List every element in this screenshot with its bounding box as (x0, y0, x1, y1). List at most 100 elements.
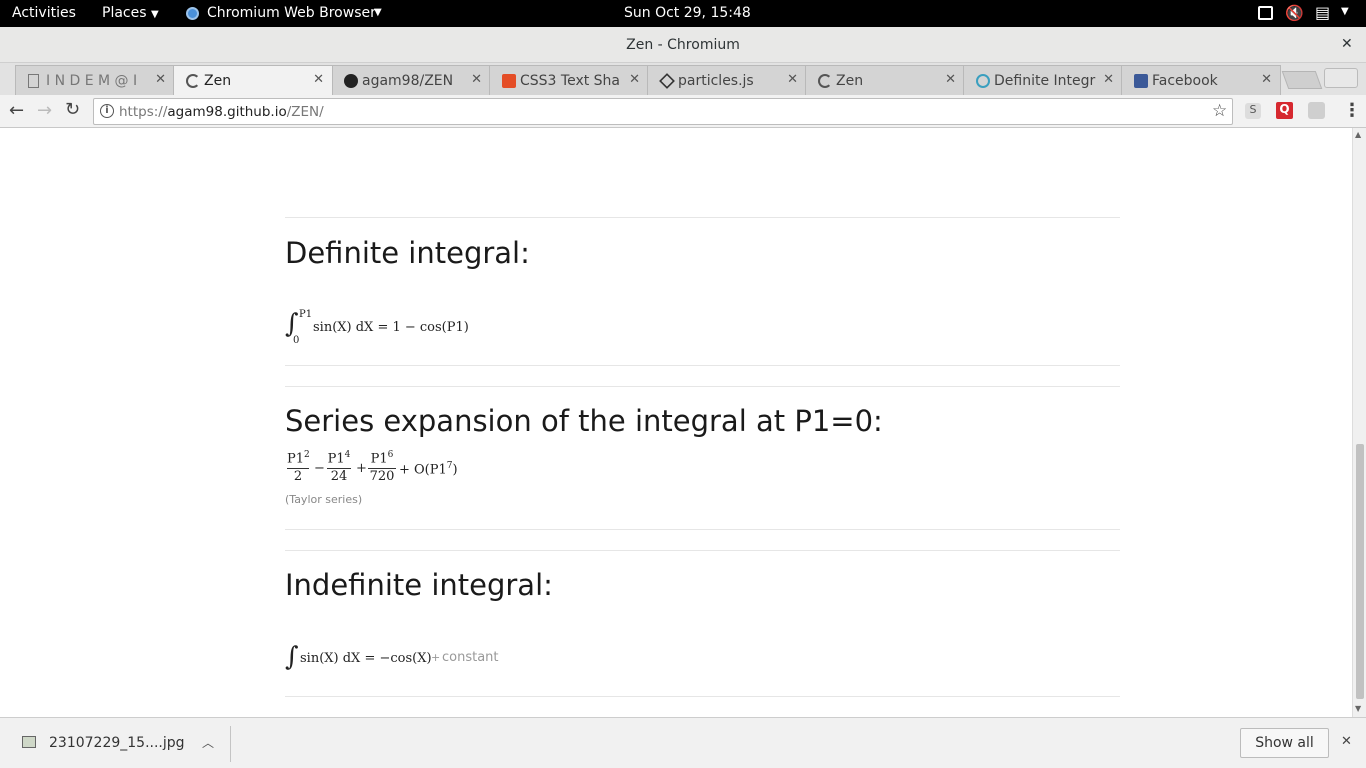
profile-icon[interactable] (1324, 68, 1358, 88)
big-o-prefix: + O(P1 (399, 462, 447, 478)
divider (285, 529, 1120, 530)
window-close-button[interactable]: ✕ (1341, 36, 1353, 52)
plus-sign: + (431, 651, 441, 664)
scroll-up-arrow-icon[interactable]: ▲ (1355, 130, 1361, 139)
tab-title: Definite Integr (994, 73, 1096, 89)
tab-title: I N D E M @ I (46, 73, 138, 89)
extension-s-icon[interactable]: S (1245, 103, 1261, 119)
divider (285, 365, 1120, 366)
app-menu-label: Chromium Web Browser (207, 5, 376, 21)
window-icon[interactable] (1258, 6, 1273, 20)
url-text[interactable]: https://agam98.github.io/ZEN/ (119, 104, 324, 120)
divider (285, 550, 1120, 551)
series-expansion-heading: Series expansion of the integral at P1=0… (285, 404, 883, 438)
download-shelf: 23107229_15....jpg ︿ Show all ✕ (0, 717, 1366, 768)
upper-limit: P1 (299, 309, 313, 320)
tab-zen[interactable]: Zen ✕ (805, 65, 965, 95)
term-3: P16 720 (368, 450, 396, 484)
bookmark-star-icon[interactable]: ☆ (1212, 101, 1227, 121)
term-3-exponent: 6 (387, 450, 394, 460)
close-icon[interactable]: ✕ (1261, 72, 1272, 87)
window-title-bar: Zen - Chromium ✕ (0, 27, 1366, 63)
close-icon[interactable]: ✕ (1103, 72, 1114, 87)
extension-gray-icon[interactable] (1308, 102, 1325, 119)
github-icon (344, 74, 358, 88)
integrand-expression: sin(X) dX = 1 − cos(P1) (313, 320, 469, 335)
system-top-bar: Activities Places ▼ Chromium Web Browser… (0, 0, 1366, 27)
loading-icon (818, 74, 832, 88)
scroll-down-arrow-icon[interactable]: ▼ (1355, 704, 1361, 713)
tab-title: Facebook (1152, 73, 1218, 89)
big-o-term: + O(P17) (399, 461, 458, 477)
url-host: agam98.github.io (167, 104, 287, 120)
definite-integral-heading: Definite integral: (285, 236, 530, 270)
close-icon[interactable]: ✕ (945, 72, 956, 87)
page-content: Definite integral: ∫ P1 0 sin(X) dX = 1 … (0, 128, 1352, 717)
show-all-button[interactable]: Show all (1240, 728, 1329, 758)
tab-facebook[interactable]: Facebook ✕ (1121, 65, 1281, 95)
address-bar[interactable]: i https://agam98.github.io/ZEN/ ☆ (93, 98, 1233, 125)
divider (285, 386, 1120, 387)
close-icon[interactable]: ✕ (787, 72, 798, 87)
term-2-denominator: 24 (327, 468, 351, 484)
info-icon[interactable]: i (100, 104, 114, 118)
term-1-denominator: 2 (287, 468, 309, 484)
clock[interactable]: Sun Oct 29, 15:48 (624, 5, 751, 21)
tab-particles[interactable]: particles.js ✕ (647, 65, 807, 95)
page-icon (28, 74, 39, 88)
integrand-expression: sin(X) dX = −cos(X) (300, 651, 432, 666)
reload-icon[interactable]: ↻ (65, 99, 80, 120)
tab-strip: I N D E M @ I ✕ Zen ✕ agam98/ZEN ✕ CSS3 … (0, 63, 1366, 95)
tab-title: CSS3 Text Sha (520, 73, 621, 89)
battery-icon[interactable]: ▤ (1315, 3, 1330, 22)
operator-plus: + (356, 461, 367, 476)
operator-minus: − (314, 461, 325, 476)
term-3-numerator: P1 (370, 451, 388, 467)
term-2-numerator: P1 (327, 451, 345, 467)
term-3-denominator: 720 (368, 468, 396, 485)
chevron-up-icon[interactable]: ︿ (202, 734, 214, 751)
term-2: P14 24 (327, 450, 351, 484)
term-2-exponent: 4 (344, 450, 351, 460)
chromium-icon (186, 7, 199, 20)
speaker-muted-icon[interactable]: 🔇 (1285, 4, 1304, 22)
vertical-scrollbar[interactable]: ▲ ▼ (1352, 128, 1366, 717)
activities-button[interactable]: Activities (12, 5, 76, 21)
back-arrow-icon[interactable]: ← (9, 100, 24, 121)
extension-q-icon[interactable]: Q (1276, 102, 1293, 119)
tab-indem[interactable]: I N D E M @ I ✕ (15, 65, 175, 95)
new-tab-button[interactable] (1281, 71, 1323, 89)
image-file-icon (22, 736, 36, 748)
lower-limit: 0 (293, 335, 300, 346)
divider (285, 217, 1120, 218)
close-icon[interactable]: ✕ (155, 72, 166, 87)
tab-title: agam98/ZEN (362, 73, 454, 89)
scrollbar-thumb[interactable] (1356, 444, 1364, 699)
tab-css3[interactable]: CSS3 Text Sha ✕ (489, 65, 649, 95)
html5-icon (502, 74, 516, 88)
tab-definite-integral[interactable]: Definite Integr ✕ (963, 65, 1123, 95)
divider (285, 696, 1120, 697)
tab-title: Zen (204, 73, 232, 89)
forward-arrow-icon[interactable]: → (37, 100, 52, 121)
chevron-down-icon: ▼ (374, 7, 382, 18)
menu-kebab-icon[interactable]: ⋮ (1343, 100, 1361, 121)
chevron-down-icon: ▼ (150, 9, 159, 20)
close-icon[interactable]: ✕ (471, 72, 482, 87)
close-icon[interactable]: ✕ (313, 72, 324, 87)
url-path: /ZEN/ (286, 104, 324, 120)
close-downloads-button[interactable]: ✕ (1341, 734, 1352, 749)
tab-title: Zen (836, 73, 864, 89)
close-icon[interactable]: ✕ (629, 72, 640, 87)
constant-label: constant (442, 650, 499, 665)
tab-github[interactable]: agam98/ZEN ✕ (331, 65, 491, 95)
tab-title: particles.js (678, 73, 754, 89)
places-menu[interactable]: Places ▼ (102, 5, 159, 21)
download-item[interactable]: 23107229_15....jpg ︿ (14, 726, 229, 760)
tab-zen-active[interactable]: Zen ✕ (173, 65, 333, 95)
indefinite-integral-heading: Indefinite integral: (285, 568, 553, 602)
chevron-down-icon[interactable]: ▼ (1341, 6, 1349, 17)
big-o-close: ) (452, 462, 458, 478)
download-file-name: 23107229_15....jpg (49, 735, 185, 751)
wolfram-icon (976, 74, 990, 88)
